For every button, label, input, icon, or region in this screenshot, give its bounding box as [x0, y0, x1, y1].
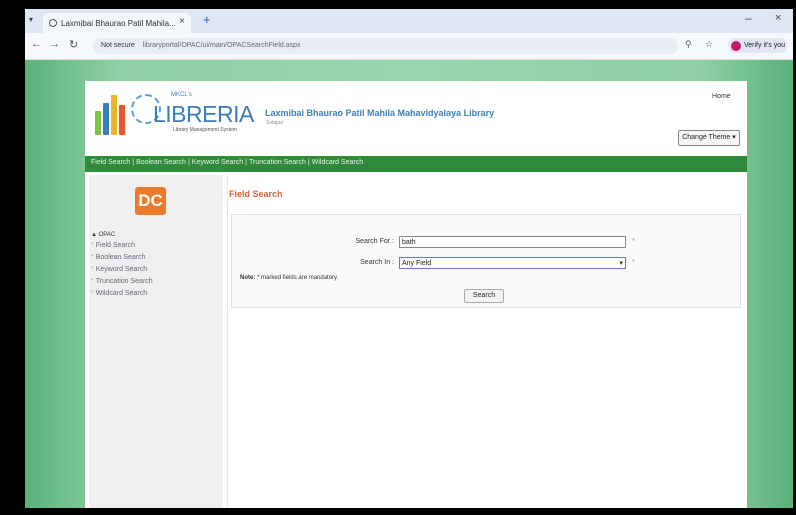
chevron-down-icon: ▾ [619, 260, 623, 267]
not-secure-label: Not secure [101, 42, 135, 49]
main-divider [227, 176, 228, 508]
nav-boolean-search[interactable]: Boolean Search [136, 159, 186, 166]
logo-brand: LIBRERIA [153, 101, 254, 127]
sidebar-item-field-search[interactable]: * Field Search [91, 242, 135, 249]
page-title: Field Search [229, 189, 283, 199]
avatar [731, 40, 741, 51]
nav-truncation-search[interactable]: Truncation Search [249, 159, 306, 166]
nav-wildcard-search[interactable]: Wildcard Search [312, 159, 363, 166]
home-link[interactable]: Home [712, 93, 731, 100]
browser-tab[interactable]: Laxmibai Bhaurao Patil Mahila... × [43, 13, 191, 33]
logo-small-text: MKCL's [171, 92, 192, 98]
minimize-icon[interactable]: – [745, 11, 752, 25]
sidebar-item-truncation-search[interactable]: * Truncation Search [91, 278, 153, 285]
navbar-links: Field Search | Boolean Search | Keyword Sear… [91, 159, 364, 166]
search-in-value: Any Field [402, 260, 432, 267]
close-window-icon[interactable]: × [775, 12, 781, 24]
required-mark: * [632, 238, 635, 245]
sidebar-item-keyword-search[interactable]: * Keyword Search [91, 266, 147, 273]
libreria-logo: MKCL's LIBRERIA Library Management Syste… [95, 89, 257, 141]
forward-icon[interactable]: → [49, 38, 60, 50]
library-subtitle: Solapur [266, 120, 284, 126]
page-background: MKCL's LIBRERIA Library Management Syste… [25, 60, 793, 508]
change-theme-button[interactable]: Change Theme ▾ [678, 130, 740, 146]
search-in-select[interactable]: Any Field ▾ [399, 257, 626, 269]
search-for-input[interactable]: bath [399, 236, 626, 248]
tab-menu-icon[interactable]: ▾ [29, 15, 33, 24]
profile-label: Verify it's you [744, 42, 786, 49]
back-icon[interactable]: ← [31, 38, 42, 50]
note-label: Note: [240, 275, 256, 281]
new-tab-icon[interactable]: + [203, 12, 211, 27]
browser-window: ▾ Laxmibai Bhaurao Patil Mahila... × + –… [25, 9, 793, 508]
logo-tagline: Library Management System [173, 127, 237, 133]
note-text: * marked fields are mandatory. [257, 275, 339, 281]
library-title: Laxmibai Bhaurao Patil Mahila Mahavidyal… [265, 108, 495, 118]
dc-logo: DC [135, 187, 166, 215]
nav-field-search[interactable]: Field Search [91, 159, 130, 166]
search-in-label: Search In : [360, 259, 394, 266]
tab-title: Laxmibai Bhaurao Patil Mahila... [61, 18, 176, 28]
search-for-label: Search For : [355, 238, 394, 245]
sidebar-heading-opac[interactable]: ▲ OPAC [91, 232, 115, 238]
content-area: MKCL's LIBRERIA Library Management Syste… [85, 81, 747, 508]
sidebar: DC ▲ OPAC * Field Search * Boolean Search … [89, 175, 223, 508]
sidebar-item-wildcard-search[interactable]: * Wildcard Search [91, 290, 147, 297]
nav-keyword-search[interactable]: Keyword Search [192, 159, 243, 166]
tab-bar: ▾ Laxmibai Bhaurao Patil Mahila... × + –… [25, 9, 793, 33]
mandatory-note: Note: * marked fields are mandatory. [240, 275, 338, 281]
profile-button[interactable]: Verify it's you [728, 38, 788, 53]
address-bar: ← → ↻ Not secure libraryportal/OPAC/ui/m… [25, 33, 793, 60]
search-form: Search For : bath * Search In : Any Fiel… [231, 214, 741, 308]
logo-bars [95, 95, 131, 135]
url-field[interactable]: Not secure libraryportal/OPAC/ui/main/OP… [93, 38, 678, 54]
sidebar-item-boolean-search[interactable]: * Boolean Search [91, 254, 146, 261]
reload-icon[interactable]: ↻ [69, 38, 78, 51]
bookmark-star-icon[interactable]: ☆ [705, 39, 713, 50]
search-button[interactable]: Search [464, 289, 504, 303]
globe-icon [49, 19, 57, 27]
tab-close-icon[interactable]: × [179, 16, 185, 27]
url-text: libraryportal/OPAC/ui/main/OPACSearchFie… [142, 42, 301, 49]
required-mark: * [632, 259, 635, 266]
zoom-icon[interactable]: ⚲ [685, 39, 692, 50]
search-navbar: Field Search | Boolean Search | Keyword Sear… [85, 156, 747, 172]
